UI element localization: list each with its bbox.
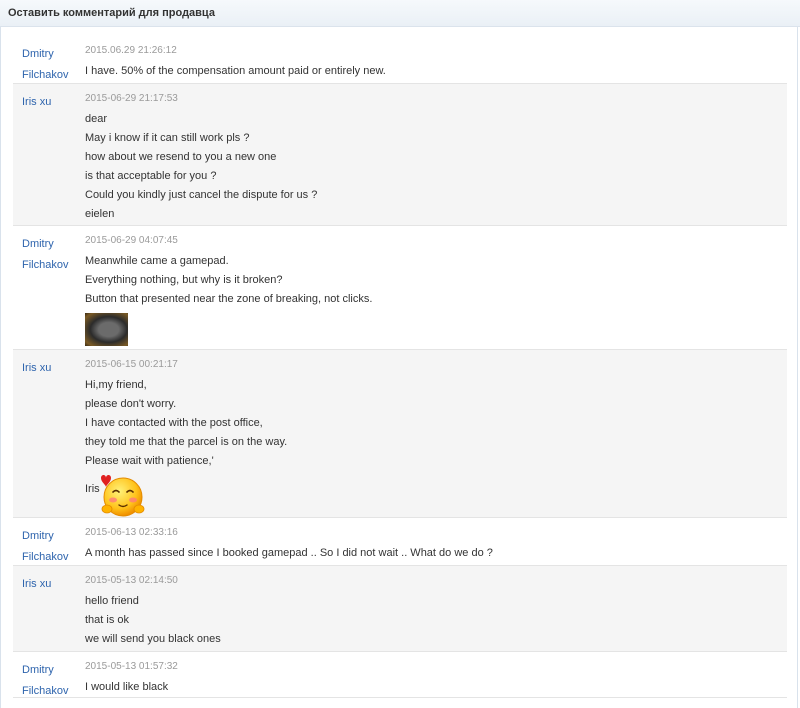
author-last-name[interactable]: Filchakov [22,547,82,568]
comment-thread: Dmitry Filchakov 2015.06.29 21:26:12 I h… [13,36,787,698]
comment-text: Button that presented near the zone of b… [85,293,373,305]
author-name[interactable]: Iris xu [22,574,82,595]
comment-body: 2015-05-13 01:57:32 I would like black [85,660,779,697]
comment-date: 2015.06.29 21:26:12 [85,45,177,56]
comment-text: hello friend [85,595,139,607]
comment-text: I have contacted with the post office, [85,417,263,429]
comment-text: please don't worry. [85,398,177,410]
comment-body: 2015-06-29 21:17:53 dear May i know if i… [85,92,779,224]
comment-body: 2015-06-13 02:33:16 A month has passed s… [85,526,779,563]
comment-text: I would like black [85,681,169,693]
author-first-name[interactable]: Dmitry [22,526,82,547]
author-last-name[interactable]: Filchakov [22,681,82,702]
comment-text: we will send you black ones [85,633,221,645]
comment-text: Could you kindly just cancel the dispute… [85,189,318,201]
signature-row: Iris [85,472,779,518]
comment-item: Dmitry Filchakov 2015-06-29 04:07:45 Mea… [13,226,787,350]
comment-item: Dmitry Filchakov 2015-05-13 01:57:32 I w… [13,652,787,698]
comment-text: dear [85,113,108,125]
comment-date: 2015-06-15 00:21:17 [85,359,178,370]
author-name[interactable]: Iris xu [22,92,82,113]
comment-item: Iris xu 2015-06-15 00:21:17 Hi,my friend… [13,350,787,518]
leave-comment-title: Оставить комментарий для продавца [8,7,215,19]
comment-date: 2015-06-29 04:07:45 [85,235,178,246]
panel-header: Оставить комментарий для продавца [0,0,800,27]
comment-date: 2015-06-29 21:17:53 [85,93,178,104]
comment-text: Hi,my friend, [85,379,147,391]
comment-text: is that acceptable for you ? [85,170,217,182]
blushing-face-emoji-icon [101,475,145,517]
comment-author[interactable]: Dmitry Filchakov [22,526,82,568]
author-first-name[interactable]: Dmitry [22,660,82,681]
comment-author[interactable]: Iris xu [22,574,82,595]
comment-text: A month has passed since I booked gamepa… [85,547,493,559]
author-first-name[interactable]: Dmitry [22,44,82,65]
comment-author[interactable]: Iris xu [22,358,82,379]
comment-author[interactable]: Dmitry Filchakov [22,44,82,86]
comment-text: Everything nothing, but why is it broken… [85,274,283,286]
author-last-name[interactable]: Filchakov [22,65,82,86]
comment-author[interactable]: Dmitry Filchakov [22,234,82,276]
author-first-name[interactable]: Dmitry [22,234,82,255]
gamepad-photo-thumbnail[interactable] [85,313,128,346]
comment-text: Meanwhile came a gamepad. [85,255,229,267]
comment-text: that is ok [85,614,130,626]
author-last-name[interactable]: Filchakov [22,255,82,276]
comment-item: Dmitry Filchakov 2015.06.29 21:26:12 I h… [13,36,787,84]
comment-text: eielen [85,208,115,220]
author-name[interactable]: Iris xu [22,358,82,379]
comment-author[interactable]: Iris xu [22,92,82,113]
comment-date: 2015-06-13 02:33:16 [85,527,178,538]
comment-date: 2015-05-13 01:57:32 [85,661,178,672]
comment-item: Iris xu 2015-06-29 21:17:53 dear May i k… [13,84,787,226]
comment-item: Dmitry Filchakov 2015-06-13 02:33:16 A m… [13,518,787,566]
comment-text: how about we resend to you a new one [85,151,277,163]
comment-date: 2015-05-13 02:14:50 [85,575,178,586]
comment-body: 2015-06-29 04:07:45 Meanwhile came a gam… [85,234,779,346]
comment-text: they told me that the parcel is on the w… [85,436,288,448]
comment-body: 2015.06.29 21:26:12 I have. 50% of the c… [85,44,779,81]
comment-text: Please wait with patience,' [85,455,214,467]
comment-item: Iris xu 2015-05-13 02:14:50 hello friend… [13,566,787,652]
comment-text: I have. 50% of the compensation amount p… [85,65,386,77]
comment-text: May i know if it can still work pls ? [85,132,250,144]
comment-body: 2015-06-15 00:21:17 Hi,my friend, please… [85,358,779,518]
comment-author[interactable]: Dmitry Filchakov [22,660,82,702]
comment-body: 2015-05-13 02:14:50 hello friend that is… [85,574,779,649]
